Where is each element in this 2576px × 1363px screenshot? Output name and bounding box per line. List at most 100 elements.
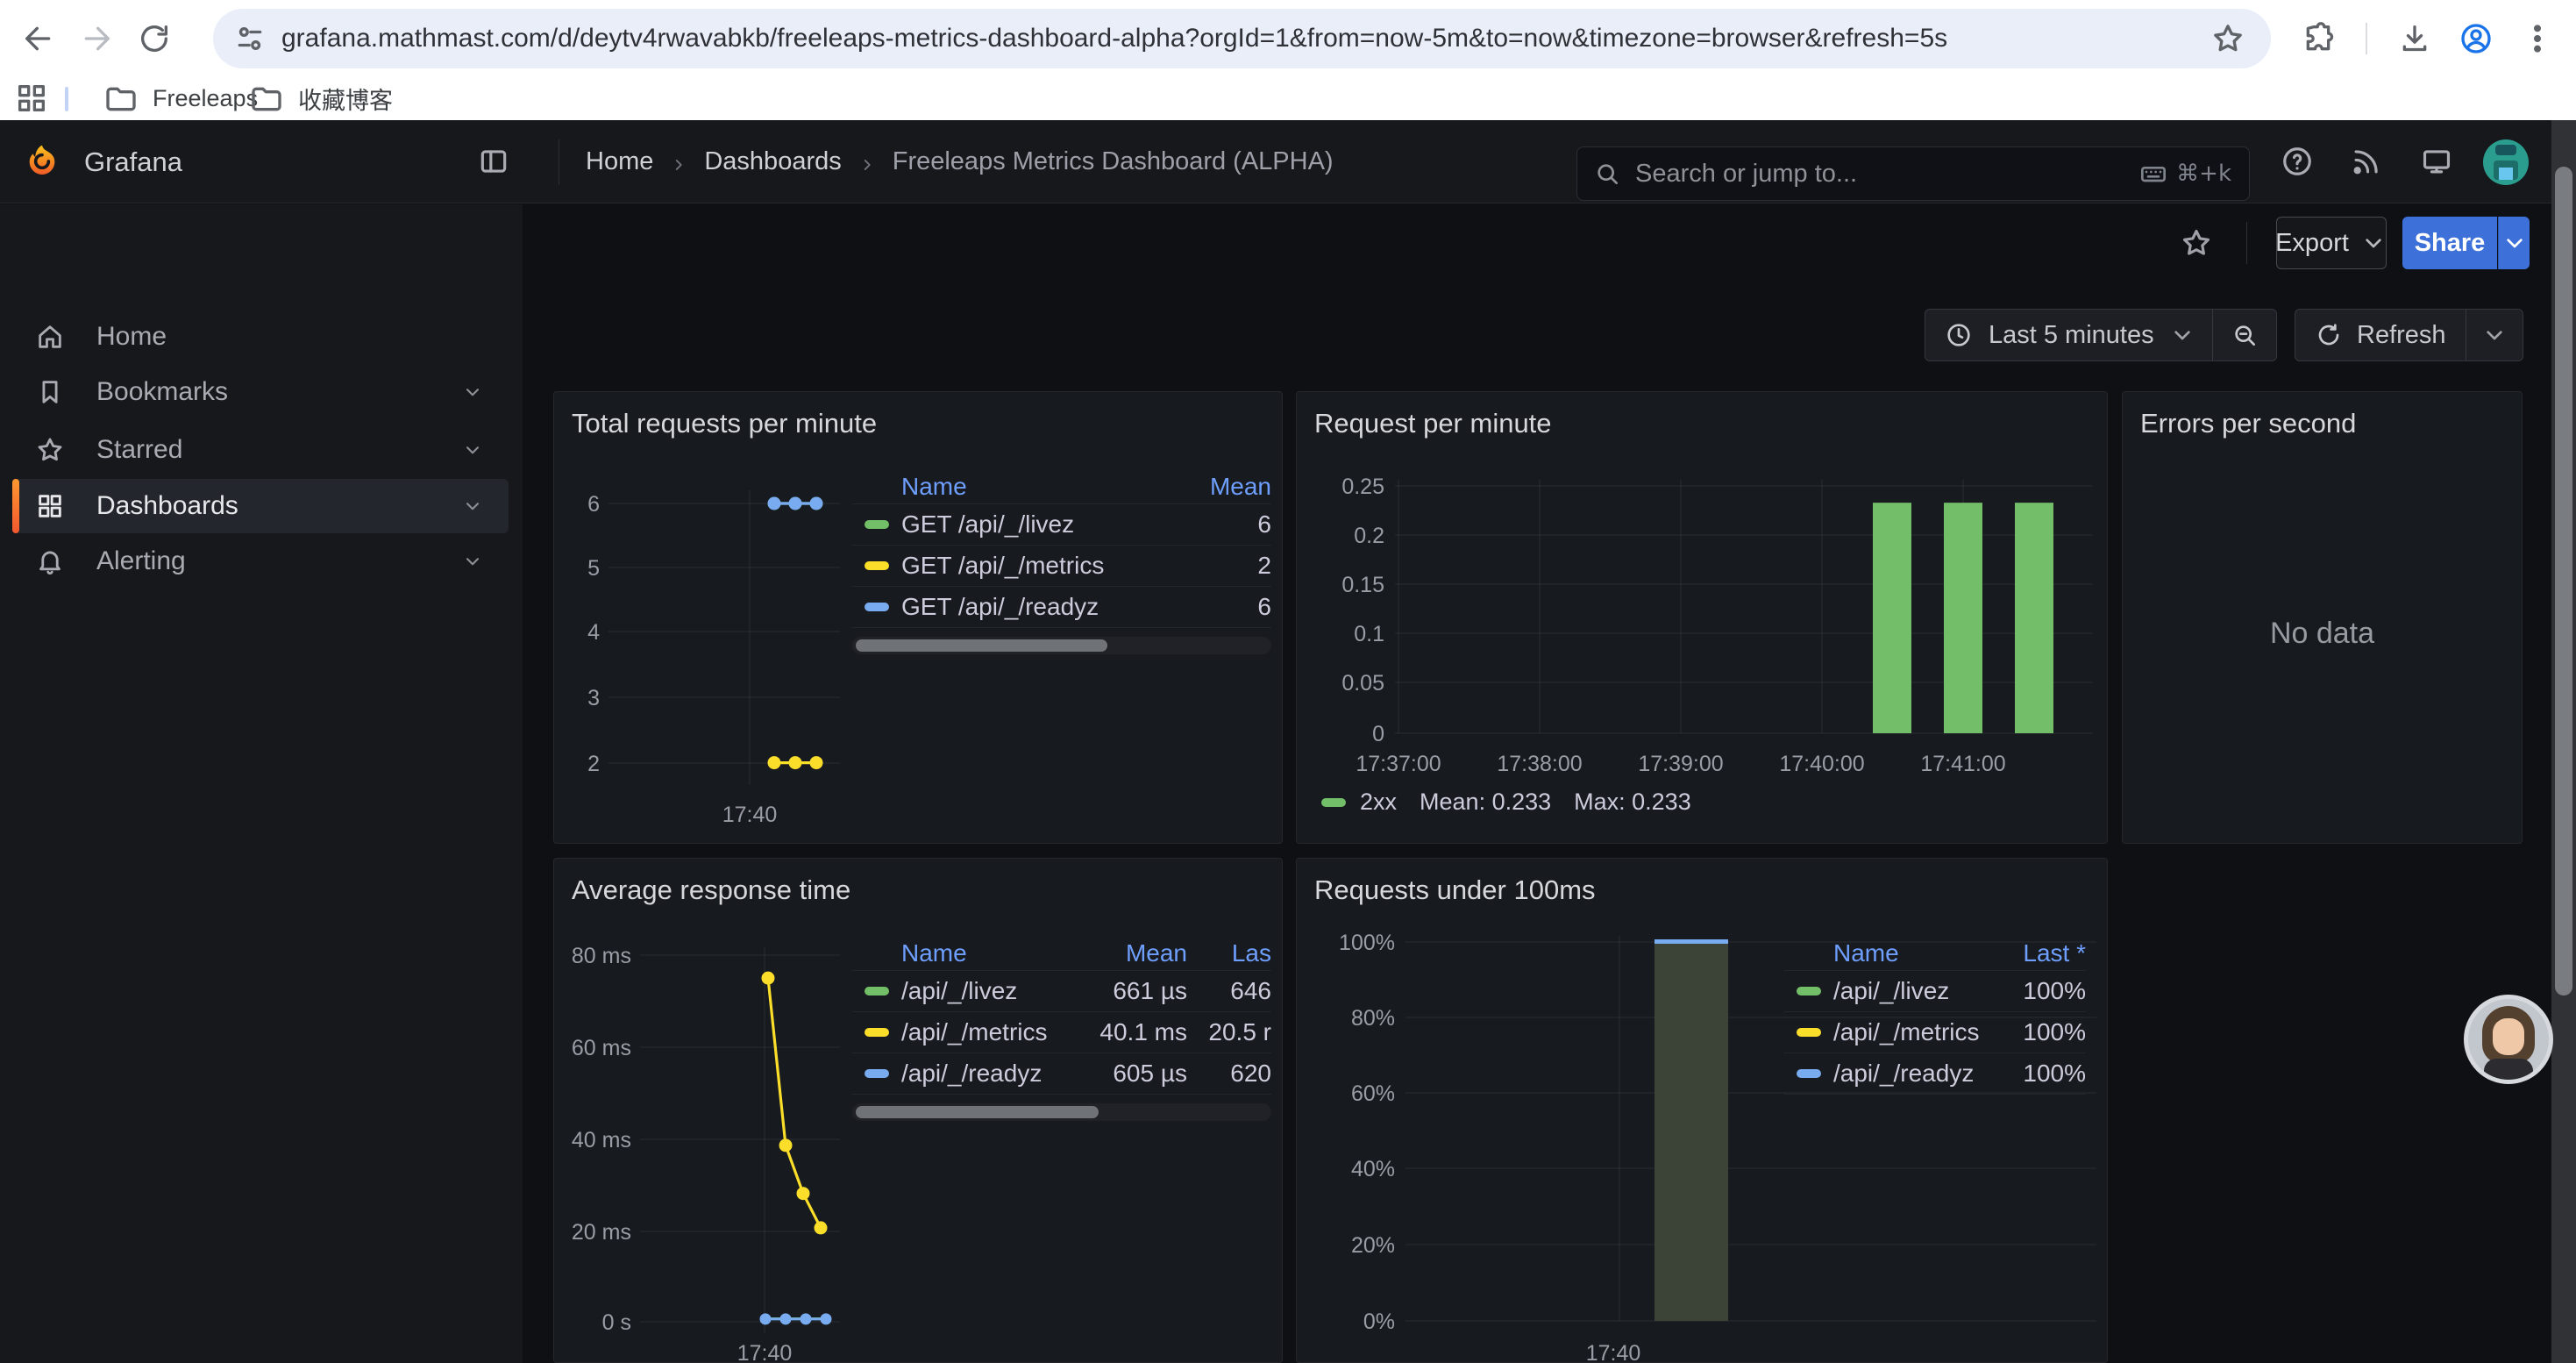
sidebar-item-label: Home [96, 322, 509, 352]
breadcrumb-current: Freeleaps Metrics Dashboard (ALPHA) [893, 147, 1334, 176]
bell-icon [35, 546, 65, 576]
share-button[interactable]: Share [2402, 217, 2497, 269]
sidebar-item-label: Starred [96, 435, 461, 465]
breadcrumb-dashboards[interactable]: Dashboards [704, 147, 841, 176]
svg-text:0.2: 0.2 [1354, 524, 1384, 548]
svg-text:17:38:00: 17:38:00 [1497, 752, 1582, 776]
share-label: Share [2415, 229, 2486, 258]
reload-icon[interactable] [135, 19, 174, 58]
search-icon [1593, 160, 1621, 188]
chevron-down-icon [2501, 229, 2529, 257]
sidebar-item-home[interactable]: Home [12, 310, 509, 364]
panel-title[interactable]: Errors per second [2140, 408, 2356, 439]
sidebar-item-bookmarks[interactable]: Bookmarks [12, 365, 509, 419]
bookmark-label: Freeleaps [153, 85, 258, 112]
svg-text:20%: 20% [1351, 1233, 1395, 1258]
url-bar[interactable]: grafana.mathmast.com/d/deytv4rwavabkb/fr… [213, 9, 2271, 68]
bookmark-folder-blogs[interactable]: 收藏博客 [247, 77, 393, 120]
svg-text:5: 5 [587, 556, 600, 581]
chevron-down-icon[interactable] [461, 550, 484, 573]
chevron-right-icon [857, 153, 877, 172]
refresh-controls: Refresh [2295, 309, 2523, 361]
bookmark-star-icon[interactable] [2209, 19, 2247, 58]
extensions-icon[interactable] [2299, 19, 2338, 58]
search-shortcut: ⌘+k [2176, 161, 2231, 187]
chevron-down-icon[interactable] [461, 439, 484, 461]
folder-icon [247, 80, 286, 118]
svg-text:0.05: 0.05 [1341, 671, 1384, 696]
sidebar: Home Bookmarks Starred Dashboards Alerting [0, 204, 523, 1363]
folder-icon [102, 80, 140, 118]
svg-text:17:40: 17:40 [722, 803, 778, 827]
favorite-star-icon[interactable] [2176, 223, 2217, 263]
profile-icon[interactable] [2457, 19, 2495, 58]
browser-toolbar: grafana.mathmast.com/d/deytv4rwavabkb/fr… [0, 0, 2576, 77]
refresh-label[interactable]: Refresh [2357, 321, 2446, 350]
menu-kebab-icon[interactable] [2518, 19, 2557, 58]
user-avatar[interactable] [2483, 139, 2529, 185]
forward-icon[interactable] [77, 19, 116, 58]
svg-text:17:41:00: 17:41:00 [1920, 752, 2005, 776]
svg-text:40%: 40% [1351, 1157, 1395, 1181]
download-icon[interactable] [2395, 19, 2434, 58]
bookmark-label: 收藏博客 [298, 82, 393, 116]
avatar-face [2493, 1018, 2524, 1055]
svg-text:17:40:00: 17:40:00 [1779, 752, 1864, 776]
export-button[interactable]: Export [2276, 217, 2387, 269]
svg-text:0: 0 [1372, 722, 1384, 746]
back-icon[interactable] [19, 19, 58, 58]
chevron-down-icon[interactable] [461, 495, 484, 517]
chart: 100%80%60%40%20%0%17:40 [1297, 859, 2109, 1363]
svg-text:17:39:00: 17:39:00 [1638, 752, 1723, 776]
svg-text:60%: 60% [1351, 1081, 1395, 1106]
svg-text:0 s: 0 s [602, 1310, 631, 1335]
chevron-down-icon[interactable] [2168, 321, 2196, 349]
chevron-down-icon[interactable] [461, 381, 484, 403]
svg-text:17:40: 17:40 [1586, 1341, 1641, 1363]
svg-text:0.1: 0.1 [1354, 622, 1384, 646]
chart: 6543217:40 [554, 392, 1284, 845]
sidebar-item-dashboards[interactable]: Dashboards [12, 479, 509, 533]
refresh-icon[interactable] [2315, 321, 2343, 349]
grafana-app: Grafana Home Dashboards Freeleaps Metric… [0, 120, 2576, 1363]
apps-grid-icon[interactable] [12, 79, 51, 118]
panel-requests-under-100ms: Requests under 100ms NameLast */api/_/li… [1296, 858, 2108, 1363]
sidebar-item-label: Dashboards [96, 491, 461, 521]
bookmark-icon [35, 377, 65, 407]
bookmarks-divider [65, 87, 68, 111]
help-icon[interactable] [2277, 141, 2317, 182]
share-menu-button[interactable] [2498, 217, 2530, 269]
svg-text:17:37:00: 17:37:00 [1356, 752, 1441, 776]
sidebar-item-label: Bookmarks [96, 377, 461, 407]
search-input[interactable]: Search or jump to... ⌘+k [1576, 146, 2250, 201]
no-data-message: No data [2123, 617, 2522, 651]
panel-errors-per-second: Errors per second No data [2122, 391, 2523, 844]
time-range-label[interactable]: Last 5 minutes [1989, 321, 2154, 350]
breadcrumb: Home Dashboards Freeleaps Metrics Dashbo… [586, 120, 1334, 203]
chevron-right-icon [669, 153, 688, 172]
screen: grafana.mathmast.com/d/deytv4rwavabkb/fr… [0, 0, 2576, 1363]
sidebar-toggle-icon[interactable] [473, 141, 514, 182]
assistant-avatar[interactable] [2464, 995, 2553, 1084]
svg-text:17:40: 17:40 [737, 1341, 793, 1363]
news-rss-icon[interactable] [2346, 141, 2387, 182]
breadcrumb-home[interactable]: Home [586, 147, 653, 176]
chevron-down-icon[interactable] [2466, 321, 2523, 349]
star-icon [35, 435, 65, 465]
scrollbar-thumb[interactable] [2555, 167, 2572, 995]
toolbar-divider [2366, 23, 2367, 54]
site-settings-icon[interactable] [231, 19, 269, 58]
grafana-logo[interactable] [23, 141, 61, 180]
monitor-icon[interactable] [2416, 141, 2457, 182]
search-placeholder: Search or jump to... [1635, 160, 1857, 189]
sidebar-item-alerting[interactable]: Alerting [12, 534, 509, 589]
toolbar-divider [2246, 222, 2247, 264]
url-text[interactable]: grafana.mathmast.com/d/deytv4rwavabkb/fr… [281, 9, 2193, 68]
panel-average-response-time: Average response time NameMeanLas/api/_/… [553, 858, 1283, 1363]
sidebar-item-starred[interactable]: Starred [12, 423, 509, 477]
zoom-out-icon[interactable] [2213, 321, 2276, 349]
svg-text:2: 2 [587, 752, 600, 776]
panel-request-per-minute: Request per minute 2xx Mean: 0.233 Max: … [1296, 391, 2108, 844]
bookmark-folder-freeleaps[interactable]: Freeleaps [102, 77, 258, 120]
export-label: Export [2275, 229, 2349, 258]
